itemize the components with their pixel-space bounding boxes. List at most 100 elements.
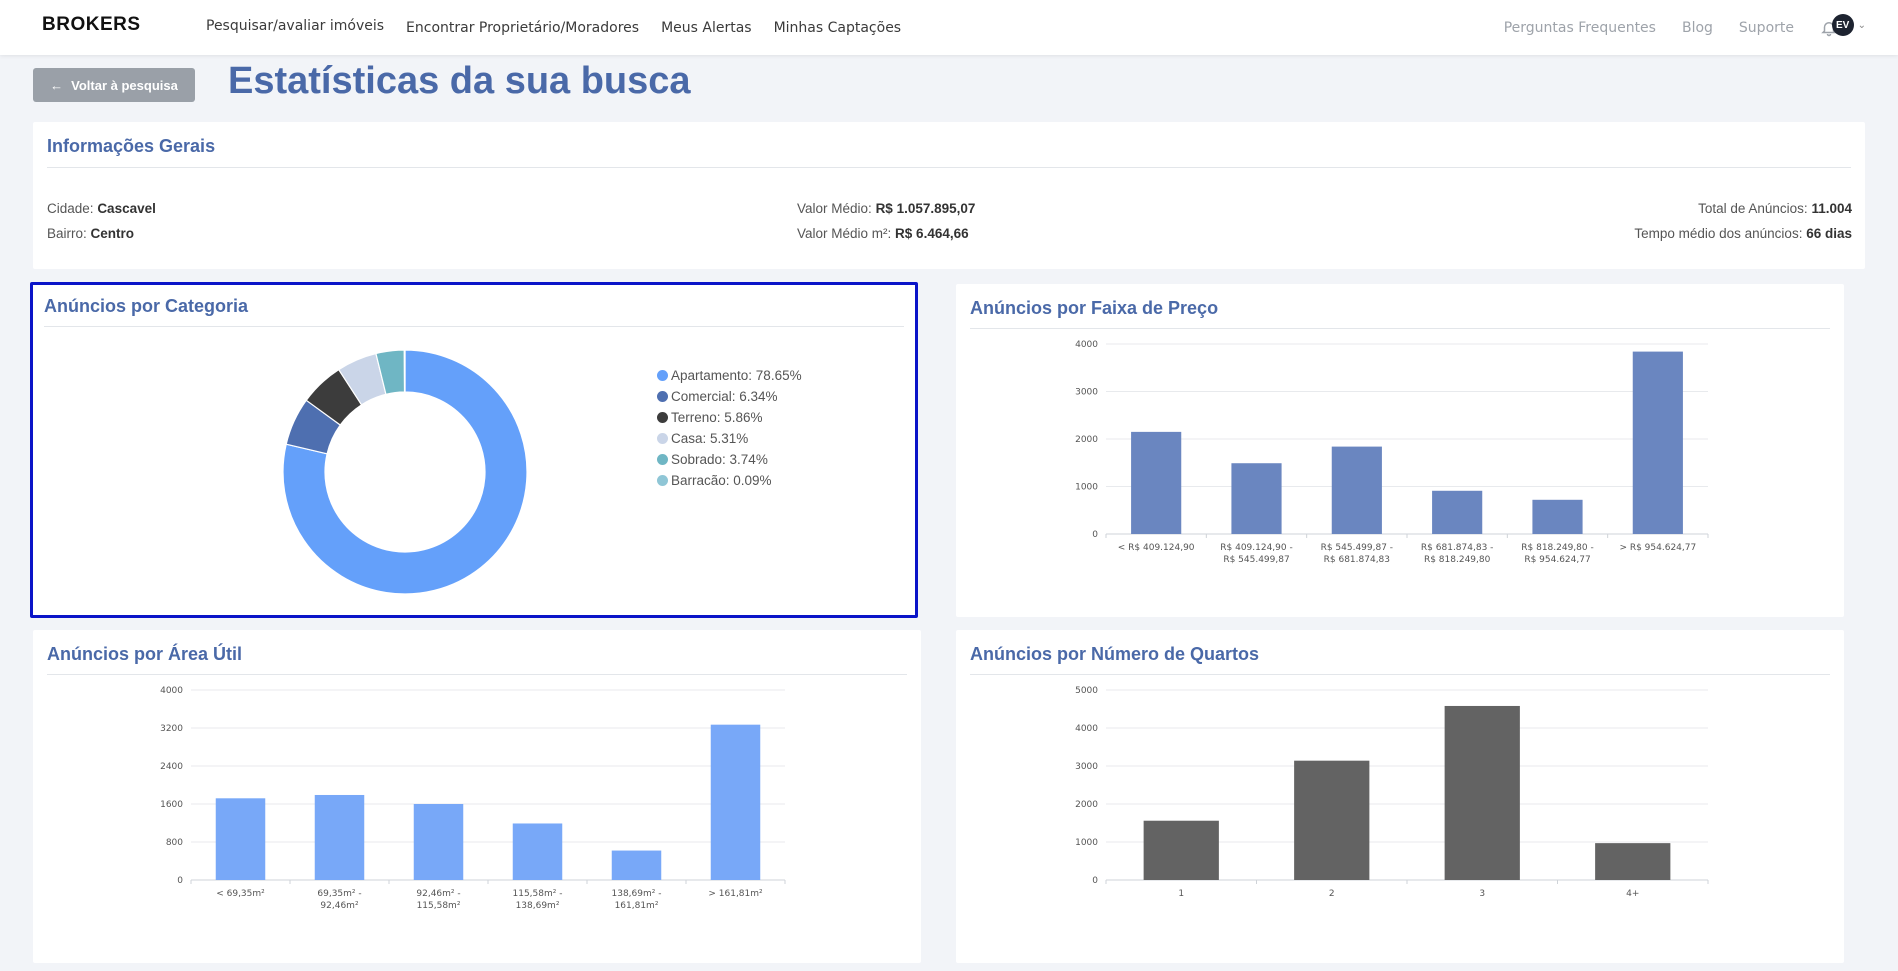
x-tick-label: > R$ 954.624,77 [1619, 543, 1696, 553]
nav-link-captacoes[interactable]: Minhas Captações [774, 20, 902, 36]
info-values: Valor Médio: R$ 1.057.895,07 Valor Médio… [797, 196, 975, 246]
nav-link-blog[interactable]: Blog [1682, 20, 1713, 36]
legend-item[interactable]: Casa: 5.31% [657, 428, 802, 449]
y-tick-label: 2000 [1075, 800, 1098, 810]
legend-dot [657, 475, 668, 486]
info-bairro: Bairro: Centro [47, 226, 135, 241]
brand-logo[interactable]: BROKERS [42, 14, 141, 36]
y-tick-label: 0 [177, 876, 183, 886]
y-tick-label: 1000 [1075, 483, 1098, 493]
bar[interactable] [1632, 351, 1683, 534]
legend-dot [657, 433, 668, 444]
x-tick-label: > 161,81m² [708, 889, 763, 899]
bar[interactable] [314, 794, 365, 880]
secondary-nav: Perguntas Frequentes Blog Suporte [1504, 0, 1838, 55]
user-menu[interactable]: EV ⌄ [1831, 14, 1866, 36]
y-tick-label: 2000 [1075, 435, 1098, 445]
general-info-card: Informações Gerais Cidade: Cascavel Bair… [33, 122, 1865, 269]
bar[interactable] [512, 823, 563, 880]
bar[interactable] [1444, 705, 1520, 880]
legend-item[interactable]: Comercial: 6.34% [657, 386, 802, 407]
rooms-bar-chart: 0 1000 2000 3000 4000 5000 1 2 3 4+ [1075, 686, 1709, 899]
info-valor-m2: Valor Médio m²: R$ 6.464,66 [797, 226, 969, 241]
bar[interactable] [611, 850, 662, 880]
y-tick-label: 4000 [1075, 340, 1098, 350]
x-tick-label: 92,46m² -115,58m² [416, 889, 460, 911]
x-tick-label: 1 [1178, 889, 1184, 899]
area-bar-chart: 0 800 1600 2400 3200 4000 < 69,35m² 69,35m² -92… [160, 686, 786, 911]
info-cidade: Cidade: Cascavel [47, 201, 156, 216]
bar[interactable] [710, 724, 761, 880]
legend-item[interactable]: Sobrado: 3.74% [657, 449, 802, 470]
legend-label: Comercial: 6.34% [671, 389, 778, 404]
area-chart-card: Anúncios por Área Útil 0 800 1600 2400 3200 4… [33, 630, 921, 963]
y-tick-label: 1000 [1075, 838, 1098, 848]
chevron-down-icon: ⌄ [1857, 19, 1866, 31]
bar[interactable] [1432, 490, 1483, 534]
y-tick-label: 3000 [1075, 762, 1098, 772]
category-chart-card: Anúncios por Categoria Apartamento: 78.6… [30, 282, 918, 618]
divider [44, 326, 904, 327]
back-button-label: Voltar à pesquisa [71, 77, 178, 93]
info-valor-medio: Valor Médio: R$ 1.057.895,07 [797, 201, 976, 216]
y-tick-label: 3200 [160, 724, 183, 734]
info-total-anuncios: Total de Anúncios: 11.004 [1698, 201, 1852, 216]
x-tick-label: 138,69m² -161,81m² [612, 889, 662, 911]
bar[interactable] [1595, 843, 1671, 880]
bar[interactable] [1143, 820, 1219, 880]
back-to-search-button[interactable]: ← Voltar à pesquisa [33, 68, 195, 102]
price-bar-chart: 0 1000 2000 3000 4000 < R$ 409.124,90 R$ 409.1… [1075, 340, 1709, 565]
bar[interactable] [1231, 463, 1282, 534]
y-tick-label: 2400 [160, 762, 183, 772]
legend-label: Sobrado: 3.74% [671, 452, 768, 467]
legend-item[interactable]: Terreno: 5.86% [657, 407, 802, 428]
legend-dot [657, 370, 668, 381]
card-title: Anúncios por Faixa de Preço [970, 298, 1219, 318]
donut-slice-barracão[interactable] [403, 349, 406, 393]
info-totals: Total de Anúncios: 11.004 Tempo médio do… [1634, 196, 1852, 246]
arrow-left-icon: ← [50, 77, 64, 93]
card-title: Anúncios por Número de Quartos [970, 644, 1260, 664]
legend-item[interactable]: Barracão: 0.09% [657, 470, 802, 491]
legend-dot [657, 412, 668, 423]
bar[interactable] [1131, 431, 1182, 534]
y-tick-label: 800 [166, 838, 183, 848]
bar[interactable] [1294, 760, 1370, 880]
bar[interactable] [215, 798, 266, 880]
x-tick-label: 4+ [1626, 889, 1639, 899]
rooms-chart-card: Anúncios por Número de Quartos 0 1000 2000… [956, 630, 1844, 963]
y-tick-label: 4000 [1075, 724, 1098, 734]
bar[interactable] [413, 804, 464, 880]
nav-link-suporte[interactable]: Suporte [1739, 20, 1794, 36]
y-tick-label: 3000 [1075, 388, 1098, 398]
card-title: Anúncios por Área Útil [47, 644, 243, 664]
divider [47, 167, 1851, 168]
top-navbar: BROKERS Pesquisar/avaliar imóveis Encont… [0, 0, 1898, 55]
y-tick-label: 0 [1092, 876, 1098, 886]
y-tick-label: 4000 [160, 686, 183, 696]
x-tick-label: R$ 681.874,83 -R$ 818.249,80 [1421, 543, 1493, 565]
bar[interactable] [1532, 499, 1583, 534]
legend-dot [657, 391, 668, 402]
y-tick-label: 0 [1092, 530, 1098, 540]
nav-link-alertas[interactable]: Meus Alertas [661, 20, 752, 36]
y-tick-label: 5000 [1075, 686, 1098, 696]
info-tempo-medio: Tempo médio dos anúncios: 66 dias [1634, 226, 1852, 241]
x-tick-label: < 69,35m² [216, 889, 265, 899]
donut-chart [282, 349, 528, 595]
y-tick-label: 1600 [160, 800, 183, 810]
nav-link-pesquisar[interactable]: Pesquisar/avaliar imóveis [206, 18, 384, 34]
avatar[interactable]: EV [1831, 14, 1854, 36]
legend-item[interactable]: Apartamento: 78.65% [657, 365, 802, 386]
bar[interactable] [1331, 446, 1382, 534]
chart-legend: Apartamento: 78.65% Comercial: 6.34% Terre… [657, 365, 802, 491]
nav-link-encontrar[interactable]: Encontrar Proprietário/Moradores [406, 20, 639, 36]
legend-dot [657, 454, 668, 465]
card-title: Anúncios por Categoria [44, 296, 249, 316]
x-tick-label: 69,35m² -92,46m² [317, 889, 361, 911]
x-tick-label: R$ 409.124,90 -R$ 545.499,87 [1220, 543, 1292, 565]
x-tick-label: R$ 545.499,87 -R$ 681.874,83 [1321, 543, 1393, 565]
nav-link-faq[interactable]: Perguntas Frequentes [1504, 20, 1656, 36]
page-title: Estatísticas da sua busca [228, 60, 691, 102]
legend-label: Barracão: 0.09% [671, 473, 772, 488]
